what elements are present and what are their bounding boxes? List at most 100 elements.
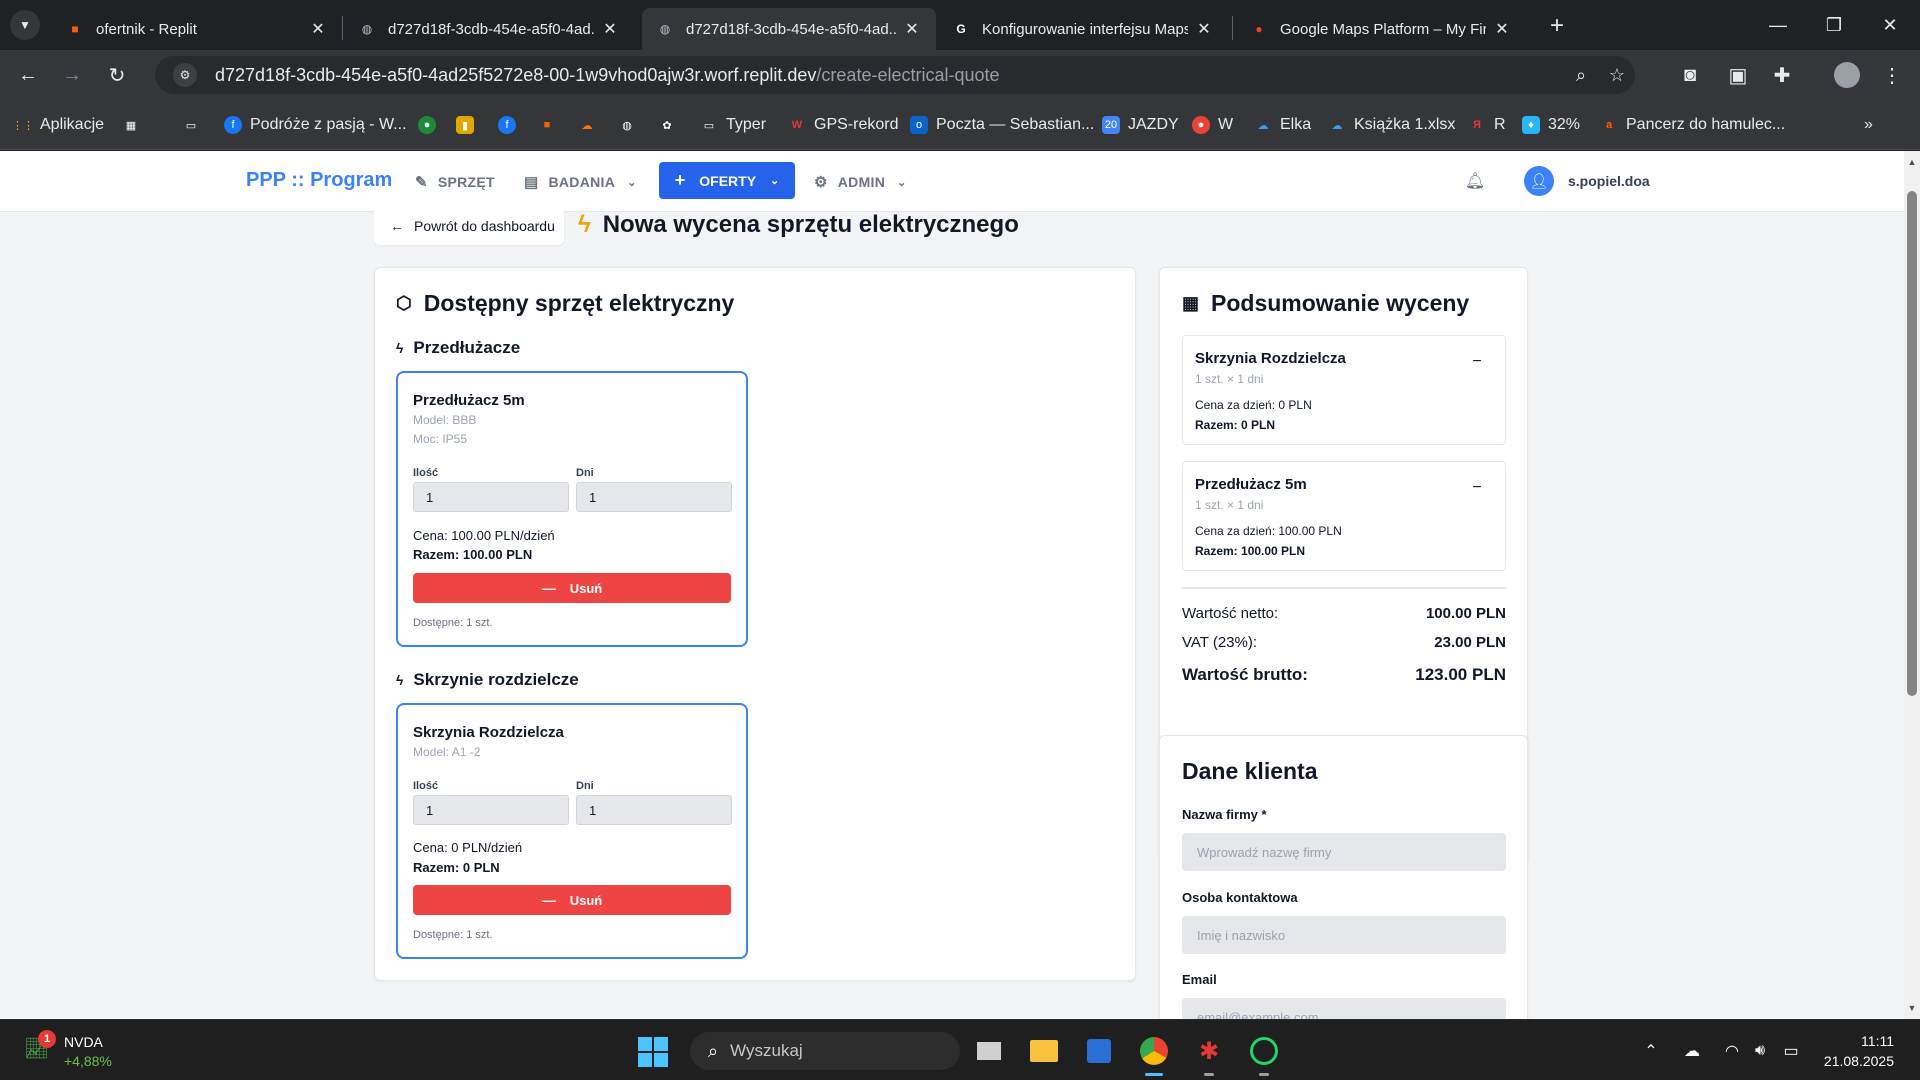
bookmarks-overflow[interactable]: » [1864,112,1873,138]
bookmark-label: W [1218,116,1234,133]
windows-start-button[interactable] [638,1037,668,1067]
remove-button[interactable]: — Usuń [413,573,731,603]
whatsapp-icon[interactable] [1247,1034,1281,1076]
bookmark-grid[interactable]: ▦ [122,112,148,138]
system-clock[interactable]: 11:11 21.08.2025 [1820,1031,1894,1071]
scroll-up-icon[interactable]: ▲ [1907,157,1917,167]
bookmark-facebook[interactable]: f [498,112,524,138]
close-icon[interactable]: ✕ [1194,19,1214,39]
clock-date: 21.08.2025 [1823,1053,1894,1069]
microsoft-store-icon[interactable] [1082,1034,1116,1068]
bell-icon[interactable]: 🔔︎ [1465,171,1485,191]
minimize-button[interactable]: — [1750,0,1806,50]
tab-groups-icon[interactable]: ▣ [1722,59,1754,91]
avatar[interactable]: 👤︎ [1524,166,1554,196]
summary-title-text: Podsumowanie wyceny [1211,290,1470,316]
bookmark-green[interactable]: ● [418,112,444,138]
bookmark-elka[interactable]: ☁ Elka [1254,112,1312,138]
browser-tab-4[interactable]: G Konfigurowanie interfejsu Maps... ✕ [938,8,1228,50]
task-view-icon[interactable] [972,1034,1006,1068]
battery-icon[interactable]: ▭ [1780,1040,1802,1062]
bookmark-jazdy[interactable]: 20 JAZDY [1102,112,1179,138]
equipment-item-skrzynia[interactable]: Skrzynia Rozdzielcza Model: A1 -2 Ilość … [396,703,748,959]
bookmark-podroze[interactable]: f Podróże z pasją - W... [224,112,407,138]
taskbar-search[interactable]: ⌕ Wyszukaj [690,1032,960,1070]
brand-logo[interactable]: PPP :: Program [246,169,392,192]
bookmark-w[interactable]: ● W [1192,112,1233,138]
forward-button[interactable]: → [56,59,88,91]
tab-search-button[interactable]: ▼ [10,10,40,40]
close-window-button[interactable]: ✕ [1862,0,1918,50]
vat-value: 23.00 PLN [1434,634,1506,651]
menu-dots-icon[interactable]: ⋮ [1876,59,1908,91]
close-icon[interactable]: ✕ [1492,19,1512,39]
bookmark-globe[interactable]: ◍ [618,112,644,138]
bookmark-r[interactable]: ЯR [1468,112,1506,138]
company-input[interactable] [1182,833,1506,871]
nav-badania[interactable]: ▤ BADANIA ⌄ [524,169,637,195]
wifi-icon[interactable]: ◠ [1721,1040,1743,1062]
scroll-down-icon[interactable]: ▼ [1907,1003,1917,1013]
app-red-icon[interactable]: ✱ [1192,1034,1226,1076]
bookmark-cloud[interactable]: ☁ [578,112,604,138]
bookmark-pancerz[interactable]: a Pancerz do hamulec... [1600,112,1785,138]
minus-icon[interactable]: − [1469,479,1485,496]
bookmark-openai[interactable]: ✿ [658,112,684,138]
site-info-icon[interactable]: ⚙ [173,63,197,87]
bookmark-apps[interactable]: ⋮⋮ Aplikacje [12,112,104,138]
browser-tab-1[interactable]: ■ ofertnik - Replit ✕ [52,8,342,50]
days-input[interactable]: 1 [576,482,732,512]
email-input[interactable] [1182,998,1506,1019]
volume-icon[interactable]: 🔊︎ [1749,1040,1771,1062]
folder-icon: ▭ [185,119,197,132]
new-tab-button[interactable]: + [1543,12,1571,40]
browser-tab-2[interactable]: ◍ d727d18f-3cdb-454e-a5f0-4ad... ✕ [344,8,634,50]
chevron-up-icon[interactable]: ⌃ [1640,1040,1662,1062]
summary-item-name: Skrzynia Rozdzielcza [1195,350,1346,367]
bookmark-gps[interactable]: W GPS-rekord [788,112,899,138]
address-bar[interactable]: ⚙ d727d18f-3cdb-454e-a5f0-4ad25f5272e8-0… [155,56,1635,94]
minus-icon[interactable]: − [1469,353,1485,370]
bookmark-poczta[interactable]: o Poczta — Sebastian... [910,112,1094,138]
close-icon[interactable]: ✕ [600,19,620,39]
nav-oferty[interactable]: + OFERTY ⌄ [659,162,795,199]
reload-button[interactable]: ↻ [101,59,133,91]
bookmark-32[interactable]: ♦ 32% [1522,112,1580,138]
close-icon[interactable]: ✕ [308,19,328,39]
qty-input[interactable]: 1 [413,795,569,825]
qty-input[interactable]: 1 [413,482,569,512]
stock-widget[interactable]: 📈︎ 1 NVDA +4,88% [24,1030,144,1072]
restore-button[interactable]: ❐ [1806,0,1862,50]
page-scrollbar[interactable]: ▲ ▼ [1904,151,1920,1019]
contact-input[interactable] [1182,916,1506,954]
bookmark-bag[interactable]: ▮ [456,112,482,138]
file-explorer-icon[interactable] [1027,1034,1061,1068]
scrollbar-thumb[interactable] [1907,191,1917,696]
bookmark-ksiazka[interactable]: ☁ Książka 1.xlsx [1328,112,1456,138]
zoom-icon[interactable]: ⌕ [1565,59,1597,91]
tab-title: d727d18f-3cdb-454e-a5f0-4ad... [686,20,896,38]
browser-tab-3-active[interactable]: ◍ d727d18f-3cdb-454e-a5f0-4ad... ✕ [642,8,936,50]
close-icon[interactable]: ✕ [902,19,922,39]
bookmark-typer[interactable]: ▭ Typer [700,112,766,138]
cloud-sync-icon[interactable]: ☁ [1681,1040,1703,1062]
back-button[interactable]: ← [12,59,44,91]
profile-avatar[interactable] [1831,59,1863,91]
remove-button[interactable]: — Usuń [413,885,731,915]
days-input[interactable]: 1 [576,795,732,825]
nav-sprzet[interactable]: ✎ SPRZĘT [415,169,495,195]
bookmark-label: R [1494,116,1506,133]
equipment-item-przedluzacz[interactable]: Przedłużacz 5m Model: BBB Moc: IP55 Iloś… [396,371,748,647]
extensions-icon[interactable]: ✚ [1766,59,1798,91]
page-title: ϟ Nowa wycena sprzętu elektrycznego [578,211,1019,239]
nav-admin[interactable]: ⚙ ADMIN ⌄ [814,169,907,195]
camera-icon[interactable]: ◙ [1674,59,1706,91]
browser-tab-5[interactable]: ● Google Maps Platform – My Fir... ✕ [1236,8,1526,50]
back-to-dashboard-button[interactable]: ← Powrót do dashboardu [374,207,564,245]
star-icon[interactable]: ☆ [1601,59,1633,91]
bookmark-replit[interactable]: ■ [538,112,564,138]
bookmark-folder[interactable]: ▭ [182,112,208,138]
username[interactable]: s.popiel.doa [1568,173,1650,189]
summary-item-qty: 1 szt. × 1 dni [1195,372,1264,386]
chrome-icon[interactable] [1137,1034,1171,1076]
